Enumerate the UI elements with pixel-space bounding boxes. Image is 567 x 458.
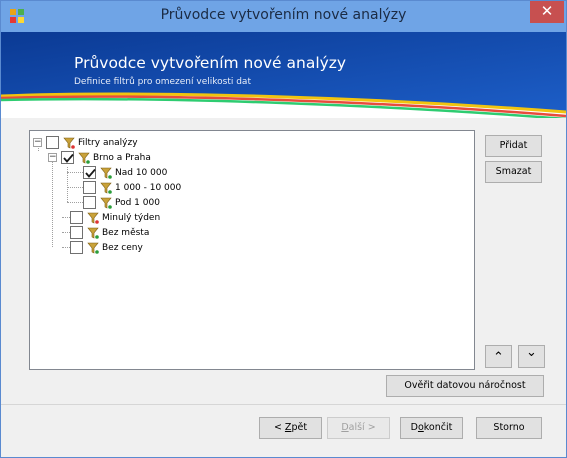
checkbox-filtry-analyzy[interactable] <box>46 136 59 149</box>
next-label: alší <box>348 422 365 433</box>
collapse-icon[interactable]: − <box>33 138 42 147</box>
filter-icon <box>100 182 112 194</box>
filter-icon <box>78 152 90 164</box>
filter-icon <box>87 227 99 239</box>
filter-icon <box>100 197 112 209</box>
tree-label: Nad 10 000 <box>115 168 168 178</box>
banner-title: Průvodce vytvořením nové analýzy <box>74 54 347 72</box>
tree-label: 1 000 - 10 000 <box>115 183 182 193</box>
title-bar[interactable]: Průvodce vytvořením nové analýzy ✕ <box>1 1 566 32</box>
back-button[interactable]: < Zpět <box>259 417 322 439</box>
delete-button[interactable]: Smazat <box>485 161 542 183</box>
tree-line <box>52 153 53 247</box>
tree-line <box>62 247 70 248</box>
filter-icon <box>87 212 99 224</box>
chevron-down-icon: ⌄ <box>526 345 537 360</box>
verify-data-button[interactable]: Ověřit datovou náročnost <box>386 375 544 397</box>
tree-line <box>62 232 70 233</box>
tree-label: Bez města <box>102 228 150 238</box>
tree-label: Pod 1 000 <box>115 198 160 208</box>
checkbox-nad-10000[interactable] <box>83 166 96 179</box>
checkbox-1000-10000[interactable] <box>83 181 96 194</box>
checkbox-bez-mesta[interactable] <box>70 226 83 239</box>
wizard-window: Průvodce vytvořením nové analýzy ✕ Průvo… <box>0 0 567 458</box>
move-up-button[interactable]: ⌃ <box>485 345 512 368</box>
finish-button[interactable]: Dokončit <box>400 417 463 439</box>
tree-line <box>62 217 70 218</box>
tree-label: Brno a Praha <box>93 153 151 163</box>
wizard-banner: Průvodce vytvořením nové analýzy Definic… <box>1 32 566 118</box>
collapse-icon[interactable]: − <box>48 153 57 162</box>
filter-tree[interactable]: − Filtry analýzy − Brno a Praha Nad 10 0… <box>29 130 475 370</box>
filter-icon <box>100 167 112 179</box>
next-button[interactable]: Další > <box>327 417 390 439</box>
footer-divider <box>1 404 566 405</box>
chevron-up-icon: ⌃ <box>493 350 504 365</box>
checkbox-minuly-tyden[interactable] <box>70 211 83 224</box>
cancel-button[interactable]: Storno <box>476 417 542 439</box>
tree-line <box>67 172 83 173</box>
filter-icon <box>87 242 99 254</box>
window-title: Průvodce vytvořením nové analýzy <box>160 7 407 23</box>
move-down-button[interactable]: ⌄ <box>518 345 545 368</box>
close-icon: ✕ <box>540 2 554 20</box>
checkbox-bez-ceny[interactable] <box>70 241 83 254</box>
tree-label: Bez ceny <box>102 243 143 253</box>
tree-line <box>67 202 83 203</box>
tree-label: Minulý týden <box>102 213 161 223</box>
back-label: pět <box>291 422 308 433</box>
tree-label: Filtry analýzy <box>78 138 138 148</box>
filter-icon <box>63 137 75 149</box>
next-hotkey: D <box>341 422 349 433</box>
tree-line <box>67 187 83 188</box>
checkbox-brno-a-praha[interactable] <box>61 151 74 164</box>
next-suffix: > <box>364 422 376 433</box>
check-icon <box>85 168 96 178</box>
add-button[interactable]: Přidat <box>485 135 542 157</box>
back-prefix: < <box>273 422 285 433</box>
checkbox-pod-1000[interactable] <box>83 196 96 209</box>
finish-label: končit <box>423 422 453 433</box>
finish-prefix: D <box>410 422 418 433</box>
check-icon <box>63 153 74 163</box>
close-button[interactable]: ✕ <box>530 1 564 23</box>
banner-subtitle: Definice filtrů pro omezení velikosti da… <box>74 77 251 87</box>
banner-swoosh <box>1 32 566 118</box>
